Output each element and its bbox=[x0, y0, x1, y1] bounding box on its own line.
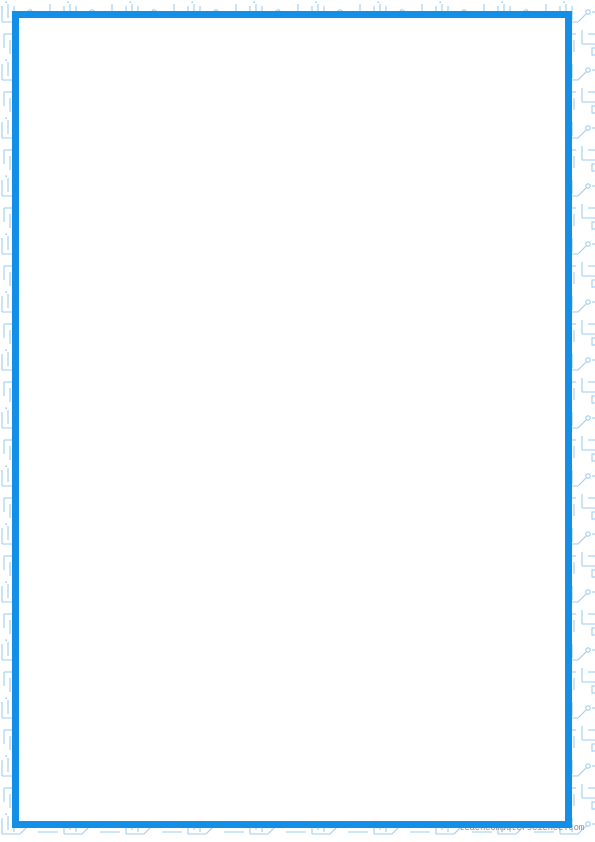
slide-page: Readability pt 2 There are two variables… bbox=[0, 0, 595, 842]
slide-content-area bbox=[19, 18, 565, 821]
slide-frame bbox=[12, 11, 572, 828]
